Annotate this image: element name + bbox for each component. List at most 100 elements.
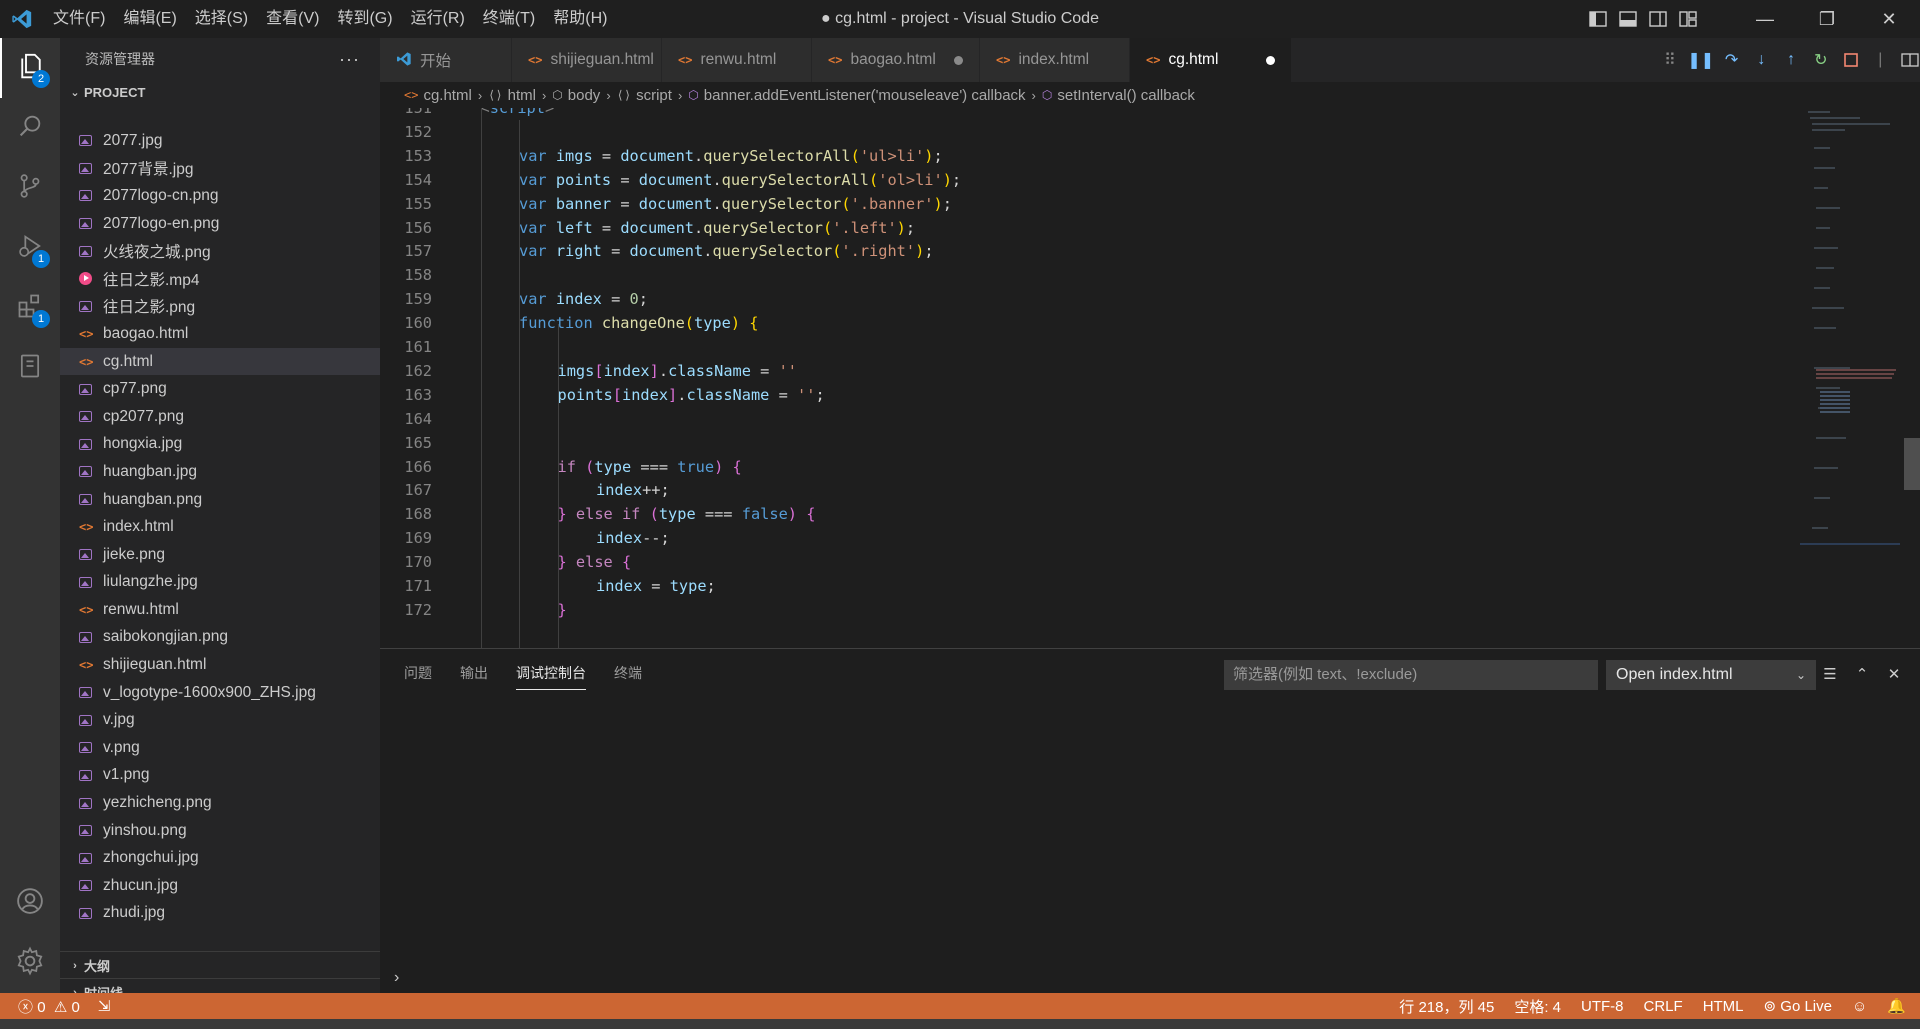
toggle-sidebar-icon[interactable] (1586, 7, 1610, 31)
indentation[interactable]: 空格: 4 (1514, 996, 1561, 1017)
breadcrumb-item[interactable]: ⬡ banner.addEventListener('mouseleave') c… (688, 87, 1025, 104)
breadcrumb-item[interactable]: ⬡ setInterval() callback (1042, 87, 1195, 104)
file-item[interactable]: <> index.html (60, 513, 380, 541)
file-item[interactable]: 往日之影.png (60, 293, 380, 321)
file-item[interactable]: cp77.png (60, 375, 380, 403)
outline-section-header[interactable]: › 大纲 (60, 951, 380, 979)
breadcrumb-item[interactable]: ⟨⟩ html (488, 87, 536, 104)
file-item[interactable]: v_logotype-1600x900_ZHS.jpg (60, 679, 380, 707)
file-item[interactable]: jieke.png (60, 541, 380, 569)
project-section-header[interactable]: ⌄ PROJECT (60, 80, 380, 104)
split-editor-icon[interactable] (1900, 49, 1920, 71)
close-window-button[interactable]: ✕ (1858, 0, 1920, 38)
editor-tab[interactable]: <> shijieguan.html (512, 38, 662, 82)
file-item[interactable]: hongxia.jpg (60, 431, 380, 459)
file-item[interactable]: <> shijieguan.html (60, 651, 380, 679)
breadcrumb-item[interactable]: ⬡ body (552, 87, 600, 104)
console-filter-input[interactable]: 筛选器(例如 text、!exclude) (1224, 660, 1598, 690)
menu-item[interactable]: 编辑(E) (114, 0, 185, 38)
menu-item[interactable]: 帮助(H) (544, 0, 616, 38)
file-item[interactable]: saibokongjian.png (60, 624, 380, 652)
accounts-activity[interactable] (0, 873, 60, 933)
panel-tab[interactable]: 调试控制台 (516, 663, 586, 690)
language-mode[interactable]: HTML (1703, 998, 1744, 1015)
file-item[interactable]: <> cg.html (60, 347, 380, 376)
file-item[interactable]: v.png (60, 734, 380, 762)
menu-item[interactable]: 转到(G) (328, 0, 401, 38)
customize-layout-icon[interactable] (1676, 7, 1700, 31)
minimap[interactable] (1800, 108, 1900, 648)
explorer-activity[interactable]: 2 (0, 38, 60, 98)
file-item[interactable]: zhucun.jpg (60, 872, 380, 900)
editor-tab[interactable]: 开始 (380, 38, 512, 82)
stop-icon[interactable] (1841, 49, 1861, 71)
menu-item[interactable]: 选择(S) (186, 0, 257, 38)
menu-item[interactable]: 终端(T) (474, 0, 544, 38)
restore-button[interactable]: ❐ (1796, 0, 1858, 38)
menu-item[interactable]: 查看(V) (257, 0, 328, 38)
go-live-button[interactable]: ⊚ Go Live (1764, 997, 1832, 1015)
close-panel-icon[interactable]: ✕ (1884, 661, 1904, 687)
breadcrumb-item[interactable]: <> cg.html (404, 87, 472, 104)
editor-tab[interactable]: <> renwu.html (662, 38, 812, 82)
file-item[interactable]: huangban.png (60, 486, 380, 514)
file-item[interactable]: 2077logo-en.png (60, 210, 380, 238)
minimize-button[interactable]: — (1734, 0, 1796, 38)
panel-tab[interactable]: 输出 (460, 663, 488, 690)
manage-activity[interactable] (0, 933, 60, 993)
maximize-panel-icon[interactable]: ⌃ (1852, 661, 1872, 687)
file-item[interactable]: <> baogao.html (60, 320, 380, 348)
breadcrumb-item[interactable]: ⟨⟩ script (617, 87, 672, 104)
console-input-prompt[interactable]: › (394, 969, 399, 987)
step-out-icon[interactable]: ↑ (1781, 49, 1801, 71)
panel-tab[interactable]: 问题 (404, 663, 432, 690)
more-actions-button[interactable]: ··· (339, 49, 360, 70)
debug-session-select[interactable]: Open index.html ⌄ (1606, 660, 1816, 690)
drag-handle-icon[interactable]: ⠿ (1660, 49, 1680, 71)
file-item[interactable]: 2077.jpg (60, 127, 380, 155)
file-item[interactable]: liulangzhe.jpg (60, 569, 380, 597)
feedback-icon[interactable]: ☺ (1852, 998, 1867, 1015)
editor-tab[interactable]: <> baogao.html (812, 38, 980, 82)
file-item[interactable]: zhudi.jpg (60, 900, 380, 928)
menu-item[interactable]: 文件(F) (44, 0, 114, 38)
toggle-secondary-sidebar-icon[interactable] (1646, 7, 1670, 31)
pause-icon[interactable]: ❚❚ (1687, 49, 1714, 71)
file-item[interactable]: zhongchui.jpg (60, 844, 380, 872)
file-item[interactable]: 往日之影.mp4 (60, 265, 380, 293)
file-item[interactable]: yinshou.png (60, 817, 380, 845)
file-item[interactable]: 火线夜之城.png (60, 237, 380, 265)
notifications-bell-icon[interactable]: 🔔 (1887, 997, 1906, 1015)
unsaved-dot-icon[interactable] (1266, 55, 1275, 65)
source-control-activity[interactable] (0, 158, 60, 218)
search-activity[interactable] (0, 98, 60, 158)
problems-status[interactable]: ⓧ 0 ⚠ 0 (18, 996, 80, 1017)
file-item[interactable]: huangban.jpg (60, 458, 380, 486)
line-ending[interactable]: CRLF (1644, 998, 1683, 1015)
unsaved-dot-icon[interactable] (953, 55, 963, 65)
code-editor[interactable]: 151 <script> 152 153 var imgs = document.que… (380, 108, 1920, 648)
debug-activity[interactable]: 1 (0, 218, 60, 278)
file-item[interactable]: <> renwu.html (60, 596, 380, 624)
menu-item[interactable]: 运行(R) (402, 0, 474, 38)
restart-icon[interactable]: ↻ (1811, 49, 1831, 71)
file-item[interactable]: cp2077.png (60, 403, 380, 431)
cursor-position[interactable]: 行 218，列 45 (1399, 996, 1494, 1017)
file-item[interactable]: v1.png (60, 762, 380, 790)
editor-tab[interactable]: <> cg.html (1130, 38, 1292, 82)
file-item[interactable]: yezhicheng.png (60, 789, 380, 817)
clear-console-icon[interactable]: ☰ (1820, 661, 1840, 687)
encoding[interactable]: UTF-8 (1581, 998, 1624, 1015)
debug-status-icon[interactable]: ⇲ (98, 997, 111, 1015)
file-item[interactable]: v.jpg (60, 706, 380, 734)
extensions-activity[interactable]: 1 (0, 278, 60, 338)
panel-tab[interactable]: 终端 (614, 663, 642, 690)
remote-activity[interactable] (0, 338, 60, 398)
step-over-icon[interactable]: ↷ (1722, 49, 1742, 71)
file-item[interactable]: 2077背景.jpg (60, 155, 380, 183)
editor-scrollbar[interactable] (1904, 438, 1920, 490)
editor-tab[interactable]: <> index.html (980, 38, 1130, 82)
step-into-icon[interactable]: ↓ (1752, 49, 1772, 71)
file-item[interactable]: 2077logo-cn.png (60, 182, 380, 210)
toggle-panel-icon[interactable] (1616, 7, 1640, 31)
